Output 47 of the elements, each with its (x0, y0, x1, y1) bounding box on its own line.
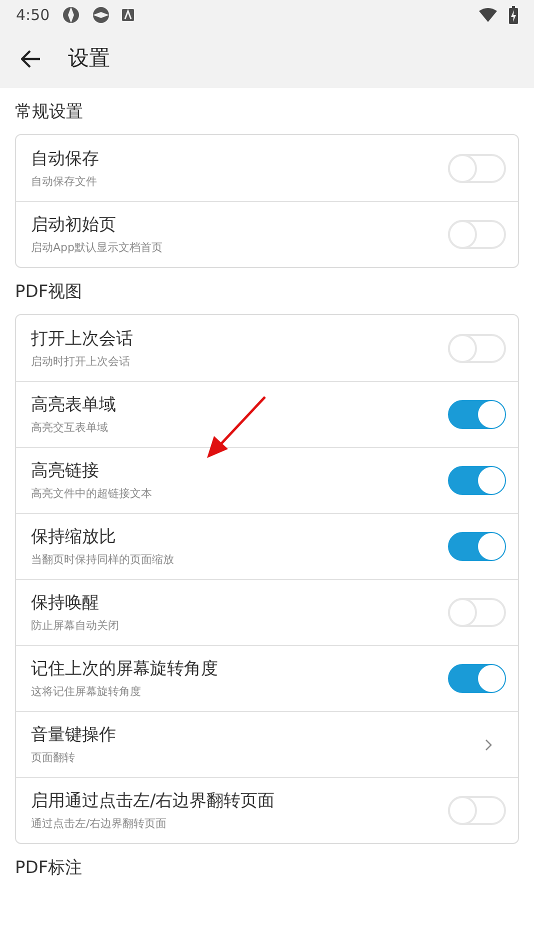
setting-title: 启用通过点击左/右边界翻转页面 (31, 790, 276, 812)
settings-row[interactable]: 自动保存 自动保存文件 (16, 135, 518, 201)
settings-row[interactable]: 音量键操作 页面翻转 (16, 711, 518, 777)
status-time: 4:50 (16, 4, 50, 26)
settings-row[interactable]: 保持唤醒 防止屏幕自动关闭 (16, 579, 518, 645)
app-notification-icon (92, 6, 110, 24)
settings-row[interactable]: 保持缩放比 当翻页时保持同样的页面缩放 (16, 513, 518, 579)
setting-title: 高亮表单域 (31, 394, 117, 416)
setting-description: 防止屏幕自动关闭 (31, 619, 120, 633)
annotation-arrow (204, 395, 268, 461)
setting-title: 启动初始页 (31, 214, 117, 236)
section-header: PDF视图 (15, 281, 84, 304)
toggle-switch[interactable] (448, 664, 506, 693)
setting-title: 自动保存 (31, 148, 100, 170)
settings-row[interactable]: 记住上次的屏幕旋转角度 这将记住屏幕旋转角度 (16, 645, 518, 711)
toggle-switch[interactable] (448, 466, 506, 495)
setting-title: 保持缩放比 (31, 526, 117, 548)
toggle-switch[interactable] (448, 532, 506, 561)
setting-description: 启动时打开上次会话 (31, 354, 131, 368)
back-arrow-icon (21, 50, 41, 68)
setting-description: 自动保存文件 (31, 174, 98, 188)
setting-description: 高亮交互表单域 (31, 421, 109, 435)
setting-description: 高亮文件中的超链接文本 (31, 487, 153, 501)
app-notification-icon (62, 6, 80, 24)
settings-row[interactable]: 启动初始页 启动App默认显示文档首页 (16, 201, 518, 267)
battery-charging-icon (509, 6, 518, 24)
setting-title: 高亮链接 (31, 460, 100, 482)
setting-title: 音量键操作 (31, 724, 117, 746)
setting-description: 通过点击左/右边界翻转页面 (31, 817, 168, 831)
section-header: 常规设置 (15, 101, 84, 124)
settings-row[interactable]: 打开上次会话 启动时打开上次会话 (16, 315, 518, 381)
settings-row[interactable]: 高亮表单域 高亮交互表单域 (16, 381, 518, 447)
toggle-switch[interactable] (448, 400, 506, 429)
setting-title: 打开上次会话 (31, 328, 134, 350)
page-title: 设置 (68, 45, 110, 72)
setting-description: 当翻页时保持同样的页面缩放 (31, 553, 175, 567)
chevron-right-icon (485, 738, 492, 750)
setting-description: 这将记住屏幕旋转角度 (31, 685, 142, 699)
settings-row[interactable]: 高亮链接 高亮文件中的超链接文本 (16, 447, 518, 513)
wifi-icon (479, 8, 497, 22)
settings-row[interactable]: 启用通过点击左/右边界翻转页面 通过点击左/右边界翻转页面 (16, 777, 518, 843)
setting-title: 保持唤醒 (31, 592, 100, 614)
setting-title: 记住上次的屏幕旋转角度 (31, 658, 219, 680)
section-header: PDF标注 (15, 857, 84, 880)
keyboard-notification-icon (122, 9, 134, 21)
setting-description: 启动App默认显示文档首页 (31, 241, 164, 255)
setting-description: 页面翻转 (31, 751, 76, 765)
